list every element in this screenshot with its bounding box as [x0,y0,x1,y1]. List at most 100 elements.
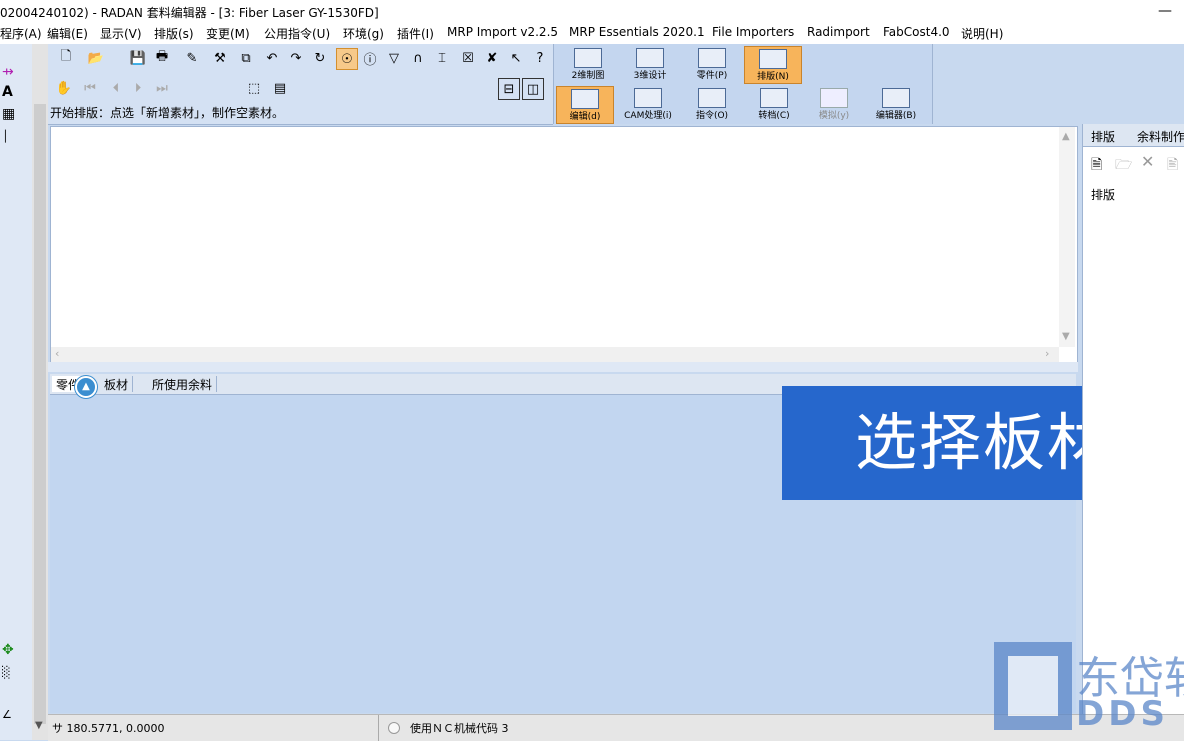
mode-button-0[interactable]: 2维制图 [560,46,616,82]
split-tool-icon[interactable]: │ [2,130,9,143]
mode-label: 3维设计 [633,71,667,81]
scroll-down-arrow-icon[interactable]: ▼ [35,720,43,731]
export-icon[interactable]: ☒ [458,48,478,68]
scroll-left-icon[interactable]: ‹ [55,347,59,360]
undo-icon[interactable]: ↶ [262,48,282,68]
tab-remnant[interactable]: 余料制作 [1137,128,1184,145]
command-button-0[interactable]: 编辑(d) [556,86,614,124]
mode-icon [698,48,726,68]
pane-splitter[interactable] [48,362,1078,372]
split-vertical-icon[interactable]: ◫ [522,78,544,100]
canvas-horizontal-scrollbar[interactable]: ‹ › [51,347,1059,363]
nc-status-indicator [388,722,400,734]
mode-icon [636,48,664,68]
mode-button-2[interactable]: 零件(P) [684,46,740,82]
right-panel: 排版 余料制作 🗎 🗁 ✕ 🖹 排版 [1082,124,1184,720]
new-nest-icon[interactable]: 🗎 [1091,154,1102,178]
help-pointer-icon[interactable]: ↖ [506,48,526,68]
mode-toolbar: 2维制图 3维设计 零件(P) 排版(N) 编辑(d) CAM处理(i) 指令(O) 转档(C… [553,44,933,124]
refresh-icon[interactable]: ↻ [310,48,330,68]
lower-tab-2[interactable]: 所使用余料 [148,376,218,392]
command-label: 指令(O) [695,111,729,121]
dimension-icon[interactable]: ⌶ [432,48,452,68]
command-icon [634,88,662,108]
mode-button-3[interactable]: 排版(N) [744,46,802,84]
prev-icon[interactable]: ⏴ [106,78,126,98]
measure-icon[interactable]: ⚒ [210,48,230,68]
command-button-5[interactable]: 编辑器(B) [868,86,924,122]
save-icon[interactable]: 💾 [128,48,148,68]
first-icon[interactable]: ⏮ [80,78,100,98]
window-title: 02004240102) - RADAN 套料编辑器 - [3: Fiber L… [0,6,379,20]
menu-item-0[interactable]: 程序(A) [0,25,42,42]
command-button-1[interactable]: CAM处理(i) [620,86,676,122]
command-button-4[interactable]: 模拟(y) [806,86,862,122]
menu-item-5[interactable]: 公用指令(U) [264,25,330,42]
mode-label: 零件(P) [696,71,728,81]
scrollbar-thumb[interactable] [34,104,46,724]
menu-item-1[interactable]: 编辑(E) [47,25,88,42]
watermark-mark [994,642,1072,730]
minimize-button[interactable]: — [1158,3,1172,19]
redo-icon[interactable]: ↷ [286,48,306,68]
mode-button-1[interactable]: 3维设计 [622,46,678,82]
menu-item-3[interactable]: 排版(s) [154,25,194,42]
hatch-icon[interactable]: ░ [2,666,10,679]
delete-icon[interactable]: ✘ [482,48,502,68]
command-button-3[interactable]: 转档(C) [746,86,802,122]
command-label: 模拟(y) [818,111,850,121]
scroll-down-icon[interactable]: ▼ [1062,331,1070,342]
close-icon[interactable]: ✕ [1141,152,1154,171]
tab-nest[interactable]: 排版 [1091,128,1115,145]
new-icon[interactable]: 🗋 [56,48,76,68]
pencil-icon[interactable]: ✎ [182,48,202,68]
menu-item-13[interactable]: 说明(H) [961,25,1003,42]
mode-icon [759,49,787,69]
scroll-up-icon[interactable]: ▲ [1062,131,1070,142]
scroll-right-icon[interactable]: › [1045,347,1049,360]
sheet-add-icon[interactable]: ⬚ [244,78,264,98]
command-label: 编辑(d) [569,112,601,122]
canvas-vertical-scrollbar[interactable]: ▲ ▼ [1059,127,1075,347]
right-panel-tabs: 排版 余料制作 [1083,124,1184,147]
menu-item-12[interactable]: FabCost4.0 [883,25,950,39]
lower-tab-1[interactable]: 板材 [100,376,134,392]
info-icon[interactable]: ⓘ [360,48,380,68]
crosshair-icon: サ [52,722,63,735]
grid-icon[interactable]: ▤ [270,78,290,98]
open-folder-icon[interactable]: 🗁 [1115,154,1132,178]
menu-item-4[interactable]: 变更(M) [206,25,250,42]
left-scrollbar[interactable]: ▼ [32,44,48,740]
menu-item-7[interactable]: 插件(I) [397,25,434,42]
menu-item-9[interactable]: MRP Essentials 2020.1 [569,25,705,39]
split-horizontal-icon[interactable]: ⊟ [498,78,520,100]
text-tool-icon[interactable]: A [2,84,13,100]
hand-icon[interactable]: ✋ [54,78,74,98]
mode-label: 排版(N) [757,72,789,82]
watermark-en: DDS [1076,694,1169,734]
magnet-icon[interactable]: ∩ [408,48,428,68]
grid-tool-icon[interactable]: ▦ [2,106,15,122]
menu-item-10[interactable]: File Importers [712,25,794,39]
command-button-2[interactable]: 指令(O) [684,86,740,122]
last-icon[interactable]: ⏭ [152,78,172,98]
status-hint: 开始排版：点选「新增素材」，制作空素材。 [50,106,285,120]
menu-item-2[interactable]: 显示(V) [100,25,142,42]
command-icon [571,89,599,109]
menu-item-6[interactable]: 环境(g) [343,25,384,42]
menu-item-11[interactable]: Radimport [807,25,870,39]
print-icon[interactable]: 🖶 [152,48,172,68]
open-icon[interactable]: 📂 [86,48,106,68]
drawing-canvas[interactable]: ▲ ▼ ‹ › [50,126,1078,364]
menu-item-8[interactable]: MRP Import v2.2.5 [447,25,558,39]
angle-icon[interactable]: ∠ [2,708,12,721]
plugin-icon[interactable]: ✥ [2,642,14,658]
copy-icon[interactable]: ⧉ [236,48,256,68]
filter-icon[interactable]: ▽ [384,48,404,68]
nest-item[interactable]: 排版 [1091,186,1115,203]
next-icon[interactable]: ⏵ [128,78,148,98]
arrow-tool-icon[interactable]: ⇸ [2,64,14,80]
properties-icon[interactable]: 🖹 [1167,154,1178,178]
snap-icon[interactable]: ☉ [336,48,358,70]
help-icon[interactable]: ? [530,48,550,68]
